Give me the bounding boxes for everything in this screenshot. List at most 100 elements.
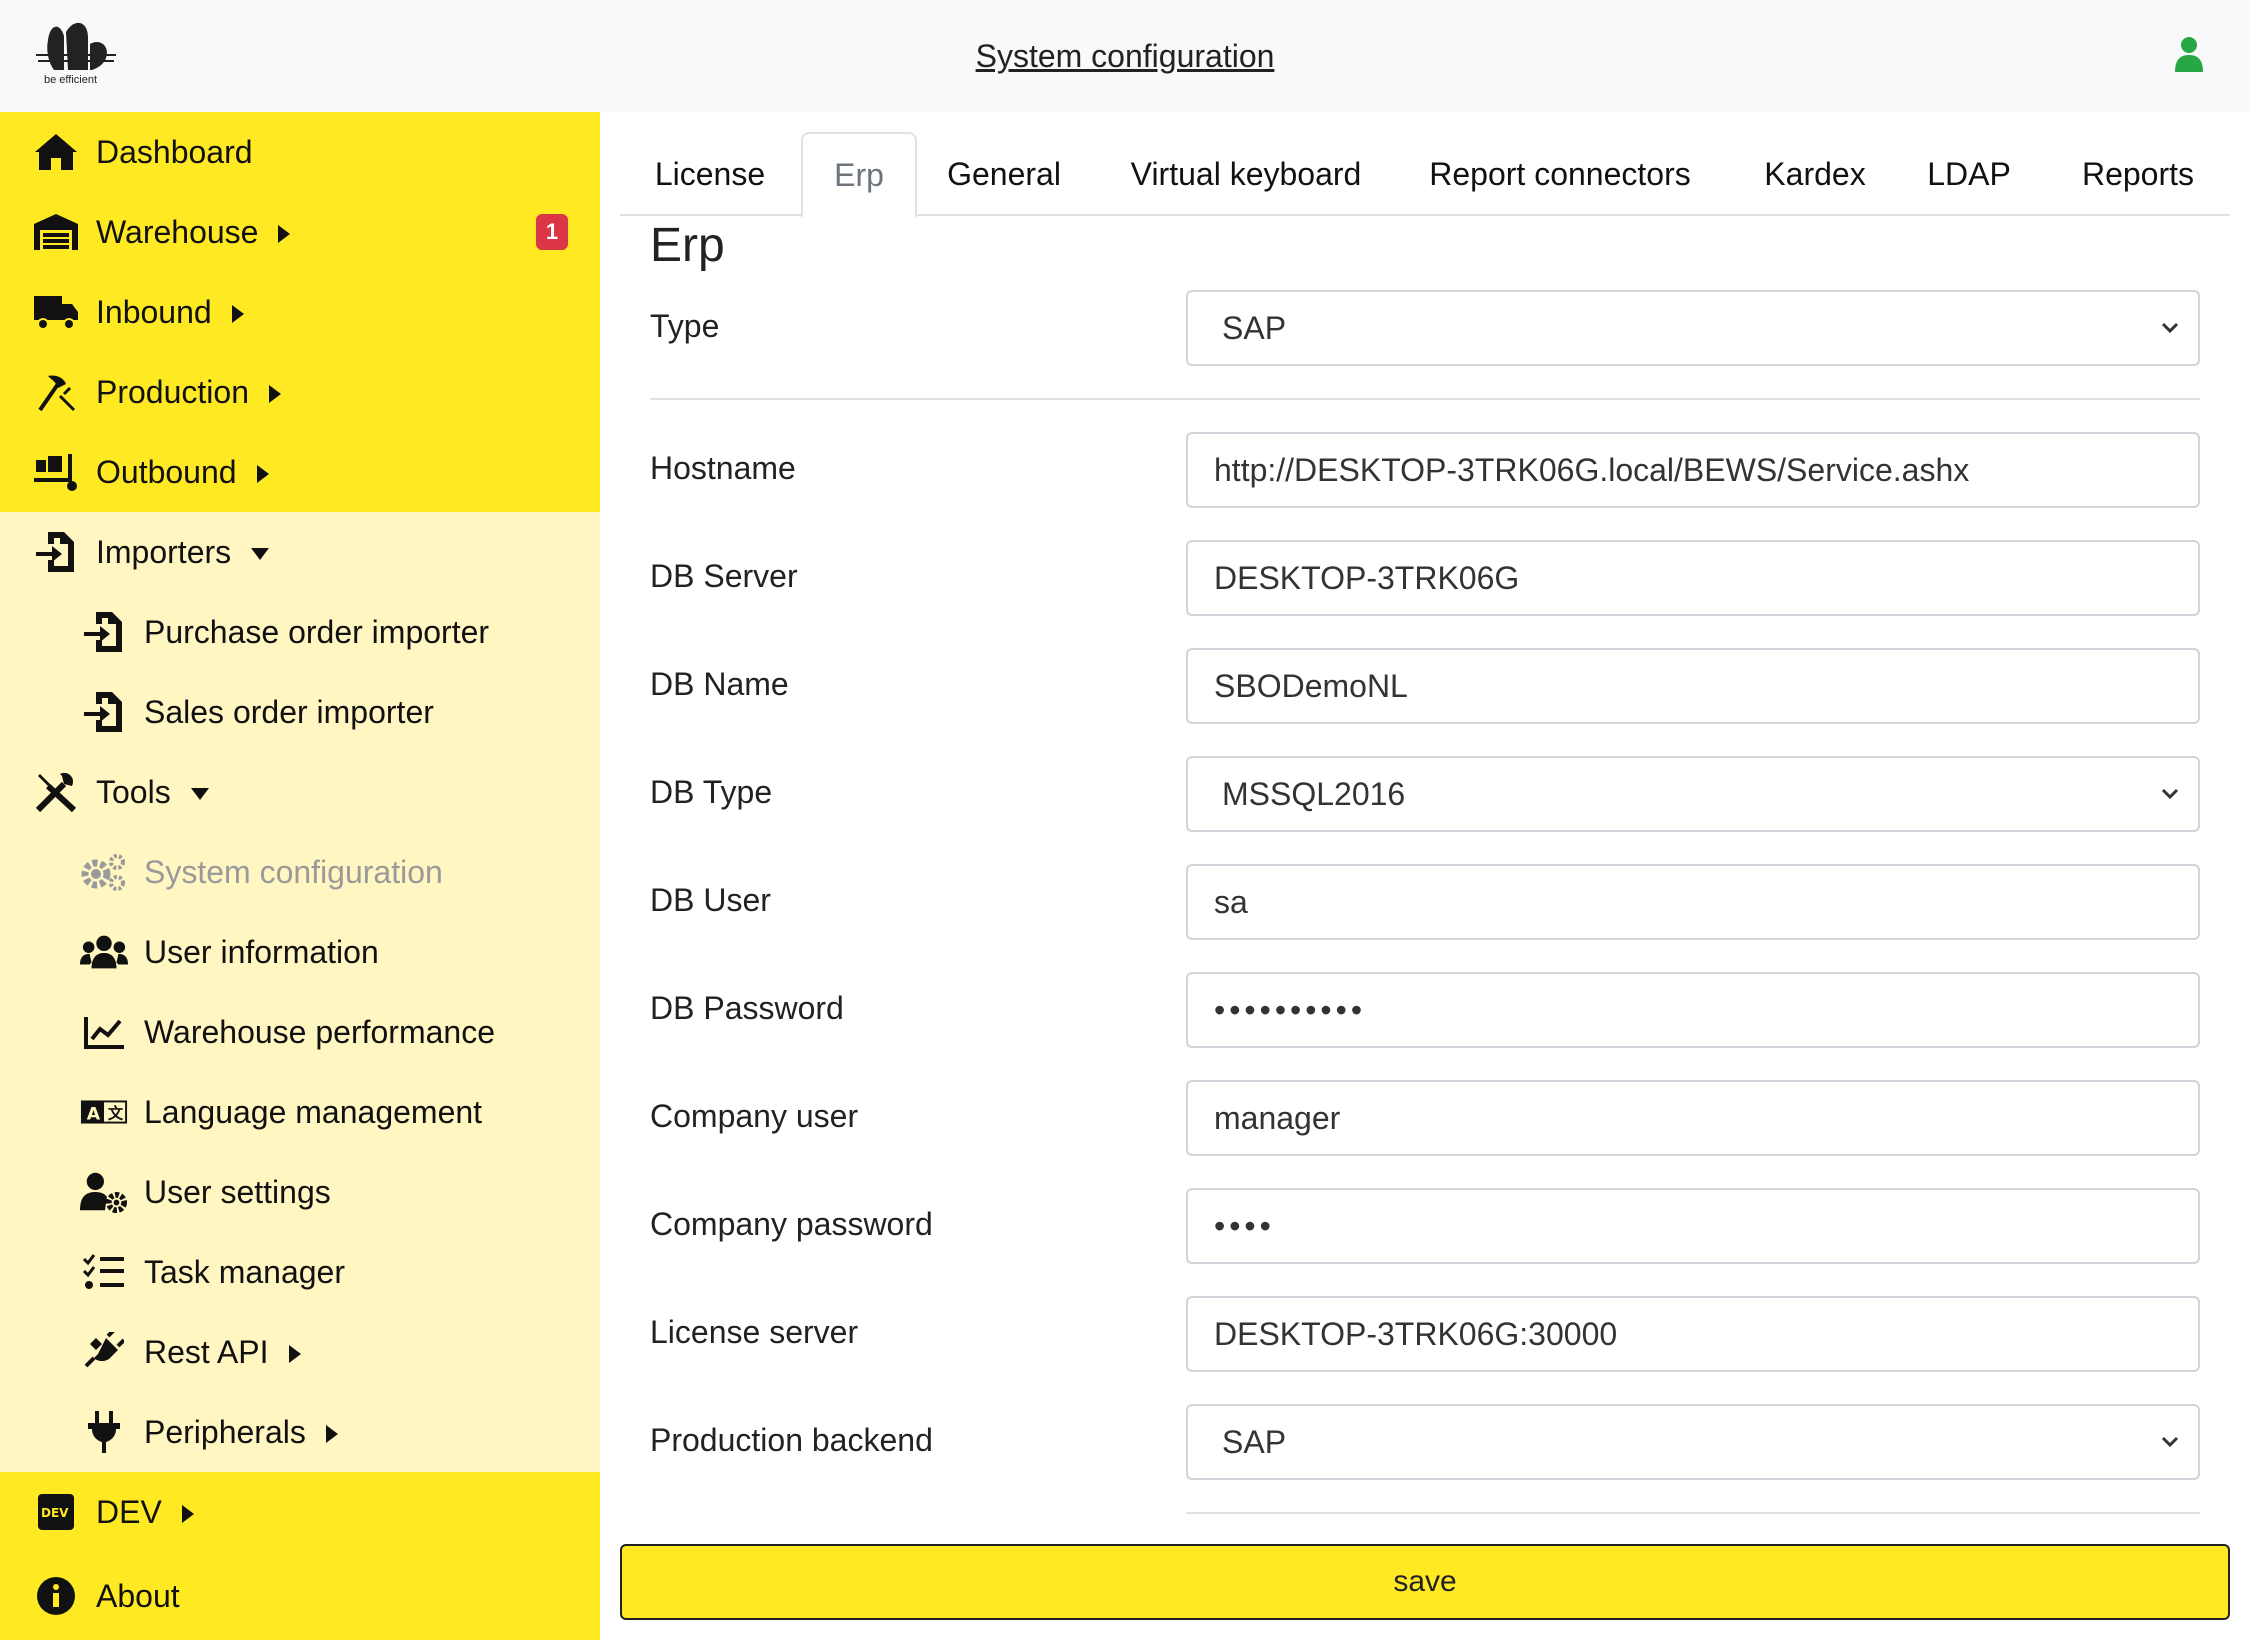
caret-right-icon [278, 225, 291, 244]
sidebar-item-inbound[interactable]: Inbound [0, 272, 600, 352]
main-content: License Erp General Virtual keyboard Rep… [620, 112, 2230, 1640]
license-server-input[interactable]: DESKTOP-3TRK06G:30000 [1186, 1296, 2200, 1372]
chevron-down-icon [2161, 322, 2179, 334]
chevron-down-icon [2161, 1436, 2179, 1448]
top-bar: be efficient System configuration [0, 0, 2250, 112]
svg-text:DEV: DEV [41, 1506, 69, 1520]
caret-right-icon [325, 1425, 338, 1444]
sidebar-item-label: Warehouse performance [144, 1013, 495, 1050]
divider [650, 398, 2200, 400]
users-icon [80, 930, 128, 974]
sidebar-item-system-configuration[interactable]: System configuration [0, 832, 600, 912]
sidebar-item-label: Warehouse [96, 213, 259, 250]
sidebar-item-label: Importers [96, 533, 232, 570]
user-icon[interactable] [2174, 36, 2204, 72]
sidebar-item-about[interactable]: About [0, 1552, 600, 1640]
db-server-label: DB Server [650, 558, 798, 594]
company-user-input[interactable]: manager [1186, 1080, 2200, 1156]
sidebar-item-label: Purchase order importer [144, 613, 490, 650]
hostname-input[interactable]: http://DESKTOP-3TRK06G.local/BEWS/Servic… [1186, 432, 2200, 508]
sidebar-item-rest-api[interactable]: Rest API [0, 1312, 600, 1392]
db-user-label: DB User [650, 882, 771, 918]
db-name-label: DB Name [650, 666, 789, 702]
db-name-input[interactable]: SBODemoNL [1186, 648, 2200, 724]
tab-license[interactable]: License [620, 132, 800, 216]
sidebar-item-peripherals[interactable]: Peripherals [0, 1392, 600, 1472]
db-server-input[interactable]: DESKTOP-3TRK06G [1186, 540, 2200, 616]
tab-kardex[interactable]: Kardex [1740, 132, 1890, 216]
sidebar-item-dashboard[interactable]: Dashboard [0, 112, 600, 192]
sidebar-item-sales-order-importer[interactable]: Sales order importer [0, 672, 600, 752]
page-title[interactable]: System configuration [0, 38, 2250, 75]
caret-right-icon [268, 385, 281, 404]
db-type-select[interactable]: MSSQL2016 [1186, 756, 2200, 832]
sidebar-item-label: User information [144, 933, 379, 970]
sidebar-item-label: Inbound [96, 293, 212, 330]
company-user-label: Company user [650, 1098, 859, 1134]
tab-virtual-keyboard[interactable]: Virtual keyboard [1098, 132, 1394, 216]
production-backend-select-value: SAP [1222, 1423, 1287, 1460]
company-password-input[interactable]: •••• [1186, 1188, 2200, 1264]
tools-icon [32, 770, 80, 814]
home-icon [32, 130, 80, 174]
file-import-icon [32, 530, 80, 574]
hostname-label: Hostname [650, 450, 796, 486]
sidebar-item-purchase-order-importer[interactable]: Purchase order importer [0, 592, 600, 672]
sidebar-item-label: About [96, 1577, 180, 1614]
tab-erp[interactable]: Erp [801, 132, 917, 218]
hammer-pick-icon [32, 370, 80, 414]
db-password-input[interactable]: •••••••••• [1186, 972, 2200, 1048]
tab-reports[interactable]: Reports [2058, 132, 2218, 216]
section-title: Erp [650, 219, 725, 272]
tab-report-connectors[interactable]: Report connectors [1410, 132, 1710, 216]
caret-down-icon [251, 548, 270, 561]
license-server-label: License server [650, 1314, 859, 1350]
db-type-label: DB Type [650, 774, 773, 810]
sidebar-item-label: Tools [96, 773, 171, 810]
dev-icon: DEV [32, 1490, 80, 1534]
truck-icon [32, 290, 80, 334]
sidebar-item-task-manager[interactable]: Task manager [0, 1232, 600, 1312]
language-icon: A文 [80, 1090, 128, 1134]
plug-icon [80, 1410, 128, 1454]
type-select[interactable]: SAP [1186, 290, 2200, 366]
sidebar-item-warehouse[interactable]: Warehouse 1 [0, 192, 600, 272]
caret-down-icon [190, 788, 209, 801]
sidebar-item-label: Task manager [144, 1253, 345, 1290]
user-gear-icon [80, 1170, 128, 1214]
sidebar-item-user-settings[interactable]: User settings [0, 1152, 600, 1232]
sidebar-item-label: DEV [96, 1493, 162, 1530]
info-icon [32, 1574, 80, 1618]
tab-general[interactable]: General [920, 132, 1088, 216]
sidebar-item-importers[interactable]: Importers [0, 512, 600, 592]
sidebar-item-label: Dashboard [96, 133, 253, 170]
type-select-value: SAP [1222, 309, 1287, 346]
logo-text: be efficient [44, 74, 98, 86]
sidebar-item-tools[interactable]: Tools [0, 752, 600, 832]
production-backend-select[interactable]: SAP [1186, 1404, 2200, 1480]
db-user-input[interactable]: sa [1186, 864, 2200, 940]
sidebar-item-warehouse-performance[interactable]: Warehouse performance [0, 992, 600, 1072]
svg-text:文: 文 [108, 1104, 124, 1123]
sidebar-item-label: Sales order importer [144, 693, 434, 730]
sidebar-item-language-management[interactable]: A文 Language management [0, 1072, 600, 1152]
sidebar-item-label: Production [96, 373, 249, 410]
sidebar-item-production[interactable]: Production [0, 352, 600, 432]
sidebar-item-dev[interactable]: DEV DEV [0, 1472, 600, 1552]
tab-ldap[interactable]: LDAP [1904, 132, 2034, 216]
db-password-label: DB Password [650, 990, 844, 1026]
chart-line-icon [80, 1010, 128, 1054]
chevron-down-icon [2161, 788, 2179, 800]
caret-right-icon [256, 465, 269, 484]
save-button[interactable]: save [620, 1544, 2230, 1620]
sidebar-item-outbound[interactable]: Outbound [0, 432, 600, 512]
divider [1186, 1512, 2200, 1514]
sidebar-item-label: Outbound [96, 453, 237, 490]
notification-badge: 1 [536, 214, 568, 250]
sidebar-item-label: Language management [144, 1093, 483, 1130]
db-type-select-value: MSSQL2016 [1222, 775, 1406, 812]
type-label: Type [650, 308, 720, 344]
sidebar-item-label: System configuration [144, 853, 443, 890]
sidebar-item-user-information[interactable]: User information [0, 912, 600, 992]
caret-right-icon [181, 1505, 194, 1524]
